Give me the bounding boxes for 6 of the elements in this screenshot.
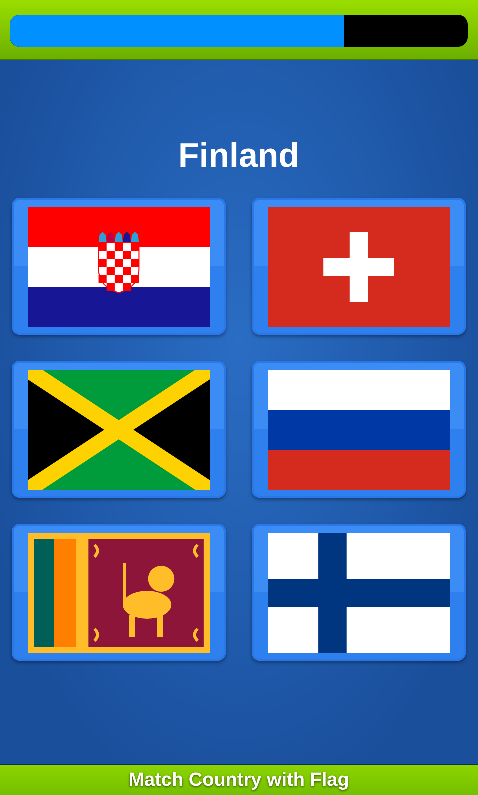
- country-name: Finland: [178, 136, 300, 177]
- flag-option-button[interactable]: [12, 361, 226, 498]
- footer-title: Match Country with Flag: [0, 764, 478, 795]
- flag-option-button[interactable]: [252, 361, 466, 498]
- flag-option-button[interactable]: [252, 524, 466, 661]
- flag-option-button[interactable]: [12, 198, 226, 335]
